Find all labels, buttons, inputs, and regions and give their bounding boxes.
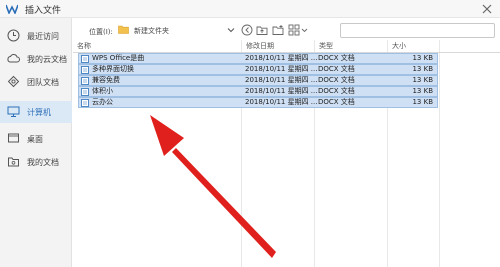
file-name: 兼容免费 [92, 76, 120, 84]
column-header-name[interactable]: 名称 [73, 40, 91, 52]
file-type: DOCX 文档 [318, 54, 355, 62]
table-row[interactable]: 体积小 2018/10/11 星期四 ... DOCX 文档 13 KB [78, 86, 438, 97]
sidebar-item-label: 团队文档 [27, 78, 59, 87]
chevron-down-icon[interactable] [227, 26, 235, 34]
file-type: DOCX 文档 [318, 65, 355, 73]
sidebar-item-my-documents[interactable]: 我的文档 [0, 151, 72, 173]
file-size: 13 KB [412, 87, 433, 95]
new-folder-icon[interactable] [272, 24, 284, 36]
file-name: 云办公 [92, 98, 113, 106]
file-date: 2018/10/11 星期四 ... [245, 54, 318, 62]
file-size: 13 KB [412, 76, 433, 84]
column-divider [439, 40, 440, 267]
sidebar-item-label: 最近访问 [27, 32, 59, 41]
sidebar: 最近访问 我的云文档 团队文档 计算机 桌面 我的文档 [0, 18, 72, 267]
docx-file-icon [81, 77, 89, 85]
search-input[interactable] [340, 23, 495, 38]
table-row[interactable]: 多种界面切换 2018/10/11 星期四 ... DOCX 文档 13 KB [78, 64, 438, 75]
docx-file-icon [81, 88, 89, 96]
file-size: 13 KB [412, 98, 433, 106]
column-header-type[interactable]: 类型 [315, 40, 333, 52]
file-list: 名称 修改日期 类型 大小 WPS Office是曲 2018/10/11 星期… [73, 40, 500, 267]
wps-logo-icon [6, 4, 18, 14]
file-date: 2018/10/11 星期四 ... [245, 76, 318, 84]
docx-file-icon [81, 55, 89, 63]
desktop-icon [8, 133, 19, 143]
column-header-size[interactable]: 大小 [388, 40, 406, 52]
view-dropdown-icon[interactable] [301, 24, 308, 36]
file-size: 13 KB [412, 54, 433, 62]
document-icon [8, 157, 19, 167]
sidebar-item-team-docs[interactable]: 团队文档 [0, 71, 72, 93]
sidebar-item-cloud-docs[interactable]: 我的云文档 [0, 48, 72, 70]
close-icon[interactable] [480, 2, 494, 16]
location-label: 位置(I): [89, 28, 113, 36]
file-name: 多种界面切换 [92, 65, 134, 73]
file-size: 13 KB [412, 65, 433, 73]
sidebar-item-label: 我的文档 [27, 158, 59, 167]
location-toolbar: 位置(I): 新建文件夹 [73, 18, 500, 42]
file-date: 2018/10/11 星期四 ... [245, 65, 318, 73]
file-name: 体积小 [92, 87, 113, 95]
docx-file-icon [81, 99, 89, 107]
sidebar-item-label: 计算机 [27, 108, 51, 117]
view-grid-icon[interactable] [288, 24, 300, 36]
file-type: DOCX 文档 [318, 76, 355, 84]
file-date: 2018/10/11 星期四 ... [245, 98, 318, 106]
cloud-icon [7, 54, 20, 63]
sidebar-item-desktop[interactable]: 桌面 [0, 128, 72, 150]
file-name: WPS Office是曲 [92, 54, 145, 62]
folder-icon [118, 25, 129, 34]
file-date: 2018/10/11 星期四 ... [245, 87, 318, 95]
window-title: 插入文件 [25, 6, 62, 16]
up-folder-icon[interactable] [256, 24, 268, 36]
sidebar-item-label: 桌面 [27, 135, 43, 144]
sidebar-item-recent[interactable]: 最近访问 [0, 25, 72, 47]
column-header-date[interactable]: 修改日期 [242, 40, 274, 52]
team-icon [7, 75, 20, 88]
sidebar-item-computer[interactable]: 计算机 [0, 101, 72, 123]
clock-icon [7, 29, 20, 42]
table-row[interactable]: 兼容免费 2018/10/11 星期四 ... DOCX 文档 13 KB [78, 75, 438, 86]
title-bar: 插入文件 [0, 0, 500, 18]
docx-file-icon [81, 66, 89, 74]
back-icon[interactable] [241, 24, 253, 36]
table-row[interactable]: 云办公 2018/10/11 星期四 ... DOCX 文档 13 KB [78, 97, 438, 108]
computer-icon [7, 106, 20, 117]
file-type: DOCX 文档 [318, 87, 355, 95]
location-select[interactable]: 新建文件夹 [134, 26, 169, 36]
table-row[interactable]: WPS Office是曲 2018/10/11 星期四 ... DOCX 文档 … [78, 53, 438, 64]
file-type: DOCX 文档 [318, 98, 355, 106]
sidebar-item-label: 我的云文档 [27, 55, 67, 64]
